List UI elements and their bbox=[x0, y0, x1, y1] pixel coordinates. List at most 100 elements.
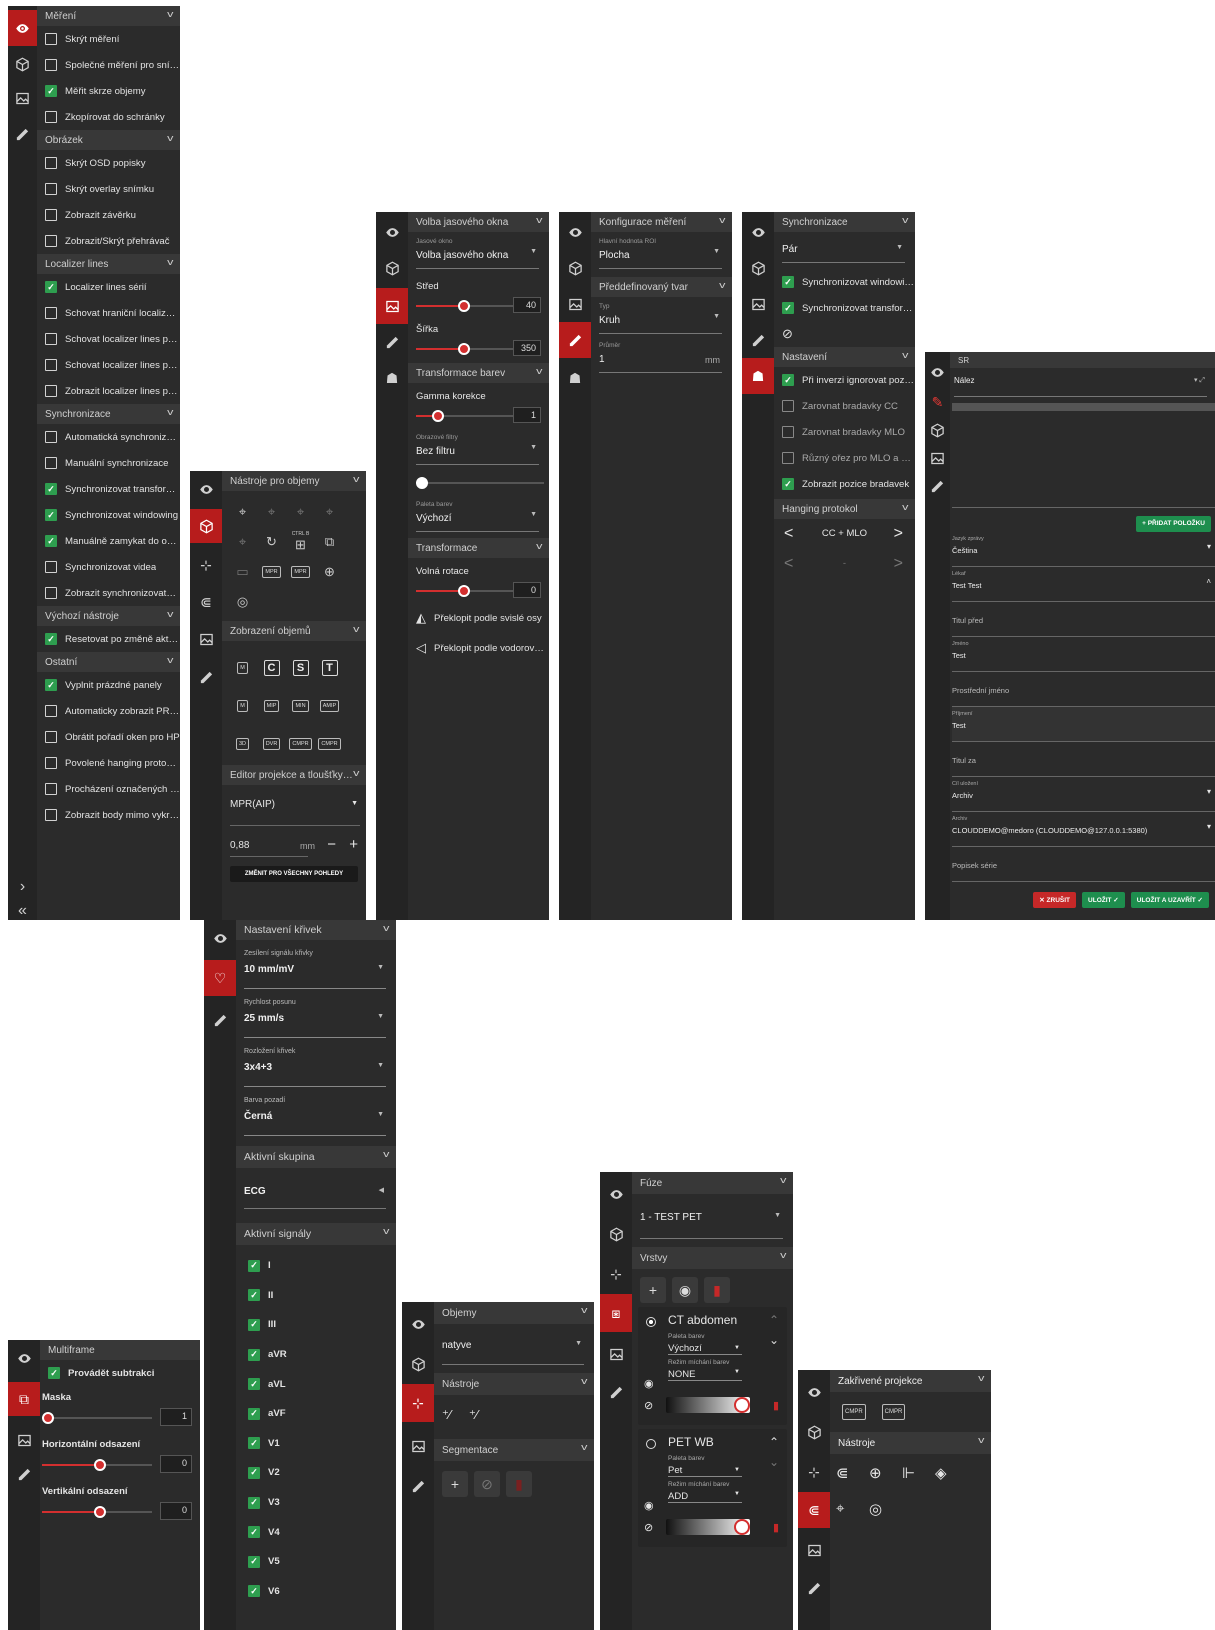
palette-select[interactable]: Paleta barev Výchozí ▼ bbox=[416, 499, 539, 532]
checkbox[interactable] bbox=[45, 757, 57, 769]
signal-row[interactable]: I bbox=[236, 1251, 396, 1281]
mask-icon[interactable]: ☗ bbox=[742, 358, 774, 394]
delete-layer-icon[interactable]: ▮ bbox=[773, 1521, 779, 1534]
section-header-5[interactable]: Ostatní v bbox=[37, 652, 180, 672]
gamma-value-input[interactable]: 1 bbox=[513, 407, 541, 423]
filter-select[interactable]: Obrazové filtry Bez filtru ▼ bbox=[416, 432, 539, 465]
checkbox-row[interactable]: Vyplnit prázdné panely bbox=[37, 672, 180, 698]
checkbox-row[interactable]: Automaticky zobrazit PR p… bbox=[37, 698, 180, 724]
checkbox[interactable] bbox=[45, 509, 57, 521]
section-header-tools[interactable]: Nástroje v bbox=[434, 1373, 594, 1395]
add-item-button[interactable]: + PŘIDAT POLOŽKU bbox=[1136, 515, 1211, 532]
delete-layer-button[interactable]: ▮ bbox=[704, 1277, 730, 1303]
segmentation-icon[interactable]: ⊹ bbox=[402, 1384, 434, 1422]
checkbox-row[interactable]: Schovat hraniční localizer … bbox=[37, 300, 180, 326]
volume-select[interactable]: natyve ▼ bbox=[442, 1328, 584, 1365]
checkbox[interactable] bbox=[45, 587, 57, 599]
seg-erase-icon[interactable]: ⁺⁄ bbox=[469, 1407, 478, 1423]
checkbox-row[interactable]: Zobrazit localizer lines pro… bbox=[37, 378, 180, 404]
cmpr-view-icon[interactable]: CMPR bbox=[842, 1404, 866, 1420]
eye-icon[interactable]: ◉ bbox=[644, 1377, 654, 1390]
checkbox[interactable] bbox=[782, 276, 794, 288]
mpr-center-icon[interactable]: ⊕ bbox=[869, 1464, 902, 1500]
checkbox[interactable] bbox=[45, 431, 57, 443]
ruler-icon[interactable] bbox=[8, 118, 37, 150]
image-icon[interactable] bbox=[742, 288, 774, 320]
signal-checkbox[interactable] bbox=[248, 1407, 260, 1420]
plus-icon[interactable]: + bbox=[349, 836, 358, 853]
mask-icon[interactable]: ☗ bbox=[559, 362, 591, 394]
report-field[interactable]: Jazyk zprávy Čeština ▾ bbox=[952, 532, 1215, 567]
hide-icon[interactable]: ⊘ bbox=[644, 1399, 653, 1412]
layers-icon[interactable]: ◈ bbox=[935, 1464, 968, 1500]
checkbox[interactable] bbox=[45, 209, 57, 221]
opacity-gradient-slider[interactable] bbox=[666, 1519, 750, 1535]
report-field[interactable]: Příjmení Test bbox=[952, 707, 1215, 742]
checkbox-row[interactable]: Synchronizovat windowing bbox=[774, 269, 915, 295]
sagittal-view-icon[interactable]: S bbox=[286, 649, 315, 687]
image-icon[interactable] bbox=[376, 288, 408, 324]
cube-icon[interactable] bbox=[402, 1348, 434, 1380]
section-header-curved-projections[interactable]: Zakřivené projekce v bbox=[830, 1370, 991, 1392]
checkbox-row[interactable]: Skrýt měření bbox=[37, 26, 180, 52]
checkbox[interactable] bbox=[45, 457, 57, 469]
signal-row[interactable]: II bbox=[236, 1281, 396, 1311]
report-field[interactable]: Titul před bbox=[952, 602, 1215, 637]
checkbox-row[interactable]: Zobrazit synchronizovatel… bbox=[37, 580, 180, 606]
mpr-tool-icon[interactable]: ⋐ bbox=[836, 1464, 869, 1500]
signal-row[interactable]: aVR bbox=[236, 1340, 396, 1370]
horizontal-offset-input[interactable]: 0 bbox=[160, 1455, 192, 1473]
finding-select[interactable]: Nález ▾ ⤢ bbox=[954, 370, 1207, 397]
flip-vertical-button[interactable]: ◭ Překlopit podle svislé osy bbox=[408, 603, 549, 633]
eye-icon[interactable] bbox=[559, 216, 591, 248]
diameter-input[interactable]: Průměr 1 mm bbox=[599, 340, 722, 373]
mip-icon[interactable]: MIP bbox=[257, 687, 286, 725]
checkbox-row[interactable]: Schovat localizer lines pro… bbox=[37, 352, 180, 378]
opacity-gradient-slider[interactable] bbox=[666, 1397, 750, 1413]
checkbox[interactable] bbox=[45, 307, 57, 319]
signal-checkbox[interactable] bbox=[248, 1496, 260, 1509]
section-header-1[interactable]: Obrázek v bbox=[37, 130, 180, 150]
section-header-measurement-config[interactable]: Konfigurace měření v bbox=[591, 212, 732, 232]
section-header-curve-settings[interactable]: Nastavení křivek v bbox=[236, 920, 396, 940]
signal-checkbox[interactable] bbox=[248, 1289, 260, 1302]
checkbox[interactable] bbox=[45, 157, 57, 169]
amip-icon[interactable]: AMIP bbox=[315, 687, 344, 725]
checkbox-row[interactable]: Manuální synchronizace bbox=[37, 450, 180, 476]
add-segment-button[interactable]: + bbox=[442, 1471, 468, 1497]
layer-item[interactable]: CT abdomen ⌃ ⌄ Paleta barev Výchozí ▼ Režim mí… bbox=[638, 1307, 787, 1425]
checkbox-row[interactable]: Resetovat po změně aktiv… bbox=[37, 626, 180, 652]
expand-icon[interactable]: ▾ ⤢ bbox=[1194, 376, 1205, 385]
vertical-offset-slider[interactable]: 0 bbox=[42, 1499, 192, 1527]
checkbox[interactable] bbox=[782, 400, 794, 412]
section-header-segmentation[interactable]: Segmentace v bbox=[434, 1439, 594, 1461]
center-value-input[interactable]: 40 bbox=[513, 297, 541, 313]
checkbox-row[interactable]: Zobrazit body mimo vykre… bbox=[37, 802, 180, 828]
checkbox[interactable] bbox=[45, 235, 57, 247]
layer-item[interactable]: PET WB ⌃ ⌄ Paleta barev Pet ▼ Režim míchání ba… bbox=[638, 1429, 787, 1547]
checkbox[interactable] bbox=[782, 426, 794, 438]
report-field[interactable]: Cíl uložení Archiv ▾ bbox=[952, 777, 1215, 812]
checkbox-row[interactable]: Zobrazit/Skrýt přehrávač bbox=[37, 228, 180, 254]
signal-row[interactable]: aVF bbox=[236, 1399, 396, 1429]
mask-slider[interactable]: 1 bbox=[42, 1405, 192, 1433]
checkbox[interactable] bbox=[45, 483, 57, 495]
eye-icon[interactable]: ◉ bbox=[644, 1499, 654, 1512]
cube-icon[interactable] bbox=[376, 252, 408, 284]
checkbox-row[interactable]: Zarovnat bradavky CC bbox=[774, 393, 915, 419]
width-value-input[interactable]: 350 bbox=[513, 340, 541, 356]
eye-icon[interactable] bbox=[8, 1342, 40, 1374]
report-field[interactable]: Prostřední jméno bbox=[952, 672, 1215, 707]
report-field[interactable]: Titul za bbox=[952, 742, 1215, 777]
ruler-icon[interactable] bbox=[402, 1470, 434, 1502]
transversal-view-icon[interactable]: T bbox=[315, 649, 344, 687]
image-icon[interactable] bbox=[402, 1430, 434, 1462]
crosshair-icon[interactable]: ⌖ bbox=[836, 1500, 869, 1536]
checkbox[interactable] bbox=[45, 33, 57, 45]
blend-value[interactable]: ADD bbox=[668, 1491, 742, 1503]
section-header-window[interactable]: Volba jasového okna v bbox=[408, 212, 549, 232]
checkbox[interactable] bbox=[45, 561, 57, 573]
fusion-icon[interactable]: ⧆ bbox=[600, 1294, 632, 1332]
rotation-value-input[interactable]: 0 bbox=[513, 582, 541, 598]
cube-icon[interactable] bbox=[798, 1416, 830, 1448]
